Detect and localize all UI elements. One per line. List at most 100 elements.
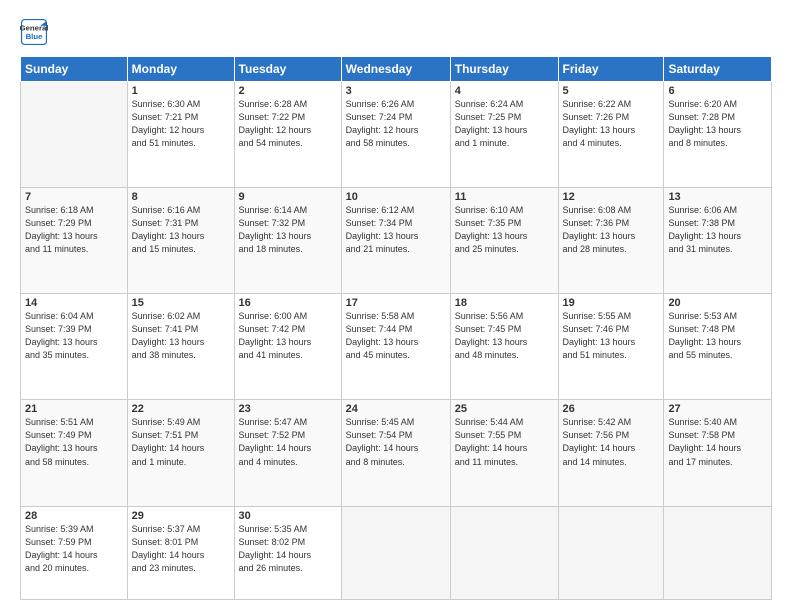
- calendar-cell: 10Sunrise: 6:12 AM Sunset: 7:34 PM Dayli…: [341, 188, 450, 294]
- day-info: Sunrise: 6:30 AM Sunset: 7:21 PM Dayligh…: [132, 98, 230, 150]
- calendar-cell: 2Sunrise: 6:28 AM Sunset: 7:22 PM Daylig…: [234, 82, 341, 188]
- day-number: 3: [346, 85, 446, 97]
- day-number: 17: [346, 297, 446, 309]
- calendar-table: SundayMondayTuesdayWednesdayThursdayFrid…: [20, 56, 772, 600]
- day-info: Sunrise: 6:04 AM Sunset: 7:39 PM Dayligh…: [25, 310, 123, 362]
- calendar-cell: [558, 506, 664, 600]
- calendar-cell: 15Sunrise: 6:02 AM Sunset: 7:41 PM Dayli…: [127, 294, 234, 400]
- day-number: 16: [239, 297, 337, 309]
- calendar-cell: 26Sunrise: 5:42 AM Sunset: 7:56 PM Dayli…: [558, 400, 664, 506]
- day-number: 8: [132, 191, 230, 203]
- day-info: Sunrise: 6:02 AM Sunset: 7:41 PM Dayligh…: [132, 310, 230, 362]
- day-info: Sunrise: 6:18 AM Sunset: 7:29 PM Dayligh…: [25, 204, 123, 256]
- calendar-cell: 8Sunrise: 6:16 AM Sunset: 7:31 PM Daylig…: [127, 188, 234, 294]
- weekday-header-monday: Monday: [127, 57, 234, 82]
- day-info: Sunrise: 6:26 AM Sunset: 7:24 PM Dayligh…: [346, 98, 446, 150]
- logo: General Blue: [20, 18, 48, 46]
- calendar-cell: 21Sunrise: 5:51 AM Sunset: 7:49 PM Dayli…: [21, 400, 128, 506]
- calendar-cell: [341, 506, 450, 600]
- day-number: 9: [239, 191, 337, 203]
- calendar-cell: 22Sunrise: 5:49 AM Sunset: 7:51 PM Dayli…: [127, 400, 234, 506]
- calendar-cell: 23Sunrise: 5:47 AM Sunset: 7:52 PM Dayli…: [234, 400, 341, 506]
- calendar-cell: 9Sunrise: 6:14 AM Sunset: 7:32 PM Daylig…: [234, 188, 341, 294]
- day-number: 18: [455, 297, 554, 309]
- calendar-cell: 12Sunrise: 6:08 AM Sunset: 7:36 PM Dayli…: [558, 188, 664, 294]
- calendar-cell: 29Sunrise: 5:37 AM Sunset: 8:01 PM Dayli…: [127, 506, 234, 600]
- header: General Blue: [20, 18, 772, 46]
- day-number: 29: [132, 510, 230, 522]
- calendar-cell: [664, 506, 772, 600]
- day-info: Sunrise: 5:35 AM Sunset: 8:02 PM Dayligh…: [239, 523, 337, 575]
- day-number: 21: [25, 403, 123, 415]
- calendar-cell: 14Sunrise: 6:04 AM Sunset: 7:39 PM Dayli…: [21, 294, 128, 400]
- day-number: 11: [455, 191, 554, 203]
- weekday-header-row: SundayMondayTuesdayWednesdayThursdayFrid…: [21, 57, 772, 82]
- calendar-cell: 13Sunrise: 6:06 AM Sunset: 7:38 PM Dayli…: [664, 188, 772, 294]
- day-info: Sunrise: 5:42 AM Sunset: 7:56 PM Dayligh…: [563, 416, 660, 468]
- day-number: 4: [455, 85, 554, 97]
- calendar-cell: 25Sunrise: 5:44 AM Sunset: 7:55 PM Dayli…: [450, 400, 558, 506]
- calendar-cell: 30Sunrise: 5:35 AM Sunset: 8:02 PM Dayli…: [234, 506, 341, 600]
- day-info: Sunrise: 5:51 AM Sunset: 7:49 PM Dayligh…: [25, 416, 123, 468]
- day-info: Sunrise: 5:58 AM Sunset: 7:44 PM Dayligh…: [346, 310, 446, 362]
- day-info: Sunrise: 6:22 AM Sunset: 7:26 PM Dayligh…: [563, 98, 660, 150]
- calendar-cell: 27Sunrise: 5:40 AM Sunset: 7:58 PM Dayli…: [664, 400, 772, 506]
- day-number: 28: [25, 510, 123, 522]
- calendar-cell: 4Sunrise: 6:24 AM Sunset: 7:25 PM Daylig…: [450, 82, 558, 188]
- day-info: Sunrise: 6:16 AM Sunset: 7:31 PM Dayligh…: [132, 204, 230, 256]
- day-info: Sunrise: 6:10 AM Sunset: 7:35 PM Dayligh…: [455, 204, 554, 256]
- calendar-cell: 7Sunrise: 6:18 AM Sunset: 7:29 PM Daylig…: [21, 188, 128, 294]
- weekday-header-wednesday: Wednesday: [341, 57, 450, 82]
- day-info: Sunrise: 6:28 AM Sunset: 7:22 PM Dayligh…: [239, 98, 337, 150]
- day-info: Sunrise: 5:55 AM Sunset: 7:46 PM Dayligh…: [563, 310, 660, 362]
- calendar-cell: 24Sunrise: 5:45 AM Sunset: 7:54 PM Dayli…: [341, 400, 450, 506]
- calendar-cell: 18Sunrise: 5:56 AM Sunset: 7:45 PM Dayli…: [450, 294, 558, 400]
- day-info: Sunrise: 5:53 AM Sunset: 7:48 PM Dayligh…: [668, 310, 767, 362]
- day-number: 24: [346, 403, 446, 415]
- day-info: Sunrise: 6:14 AM Sunset: 7:32 PM Dayligh…: [239, 204, 337, 256]
- weekday-header-friday: Friday: [558, 57, 664, 82]
- calendar-cell: 28Sunrise: 5:39 AM Sunset: 7:59 PM Dayli…: [21, 506, 128, 600]
- day-number: 20: [668, 297, 767, 309]
- day-number: 10: [346, 191, 446, 203]
- calendar-cell: 5Sunrise: 6:22 AM Sunset: 7:26 PM Daylig…: [558, 82, 664, 188]
- page: General Blue SundayMondayTuesdayWednesda…: [0, 0, 792, 612]
- day-number: 19: [563, 297, 660, 309]
- day-number: 14: [25, 297, 123, 309]
- day-number: 6: [668, 85, 767, 97]
- weekday-header-tuesday: Tuesday: [234, 57, 341, 82]
- day-number: 23: [239, 403, 337, 415]
- day-info: Sunrise: 6:00 AM Sunset: 7:42 PM Dayligh…: [239, 310, 337, 362]
- day-info: Sunrise: 5:45 AM Sunset: 7:54 PM Dayligh…: [346, 416, 446, 468]
- day-info: Sunrise: 6:06 AM Sunset: 7:38 PM Dayligh…: [668, 204, 767, 256]
- day-number: 27: [668, 403, 767, 415]
- week-row-2: 7Sunrise: 6:18 AM Sunset: 7:29 PM Daylig…: [21, 188, 772, 294]
- week-row-4: 21Sunrise: 5:51 AM Sunset: 7:49 PM Dayli…: [21, 400, 772, 506]
- day-info: Sunrise: 5:44 AM Sunset: 7:55 PM Dayligh…: [455, 416, 554, 468]
- weekday-header-saturday: Saturday: [664, 57, 772, 82]
- day-number: 25: [455, 403, 554, 415]
- day-number: 2: [239, 85, 337, 97]
- calendar-cell: 16Sunrise: 6:00 AM Sunset: 7:42 PM Dayli…: [234, 294, 341, 400]
- logo-icon: General Blue: [20, 18, 48, 46]
- day-info: Sunrise: 6:08 AM Sunset: 7:36 PM Dayligh…: [563, 204, 660, 256]
- week-row-1: 1Sunrise: 6:30 AM Sunset: 7:21 PM Daylig…: [21, 82, 772, 188]
- day-number: 12: [563, 191, 660, 203]
- calendar-cell: 17Sunrise: 5:58 AM Sunset: 7:44 PM Dayli…: [341, 294, 450, 400]
- day-number: 26: [563, 403, 660, 415]
- day-number: 30: [239, 510, 337, 522]
- week-row-5: 28Sunrise: 5:39 AM Sunset: 7:59 PM Dayli…: [21, 506, 772, 600]
- day-info: Sunrise: 5:40 AM Sunset: 7:58 PM Dayligh…: [668, 416, 767, 468]
- calendar-cell: [450, 506, 558, 600]
- day-number: 5: [563, 85, 660, 97]
- day-number: 1: [132, 85, 230, 97]
- weekday-header-sunday: Sunday: [21, 57, 128, 82]
- day-info: Sunrise: 6:12 AM Sunset: 7:34 PM Dayligh…: [346, 204, 446, 256]
- day-number: 7: [25, 191, 123, 203]
- day-info: Sunrise: 5:39 AM Sunset: 7:59 PM Dayligh…: [25, 523, 123, 575]
- day-info: Sunrise: 6:20 AM Sunset: 7:28 PM Dayligh…: [668, 98, 767, 150]
- day-number: 22: [132, 403, 230, 415]
- calendar-cell: 11Sunrise: 6:10 AM Sunset: 7:35 PM Dayli…: [450, 188, 558, 294]
- calendar-cell: 6Sunrise: 6:20 AM Sunset: 7:28 PM Daylig…: [664, 82, 772, 188]
- day-number: 15: [132, 297, 230, 309]
